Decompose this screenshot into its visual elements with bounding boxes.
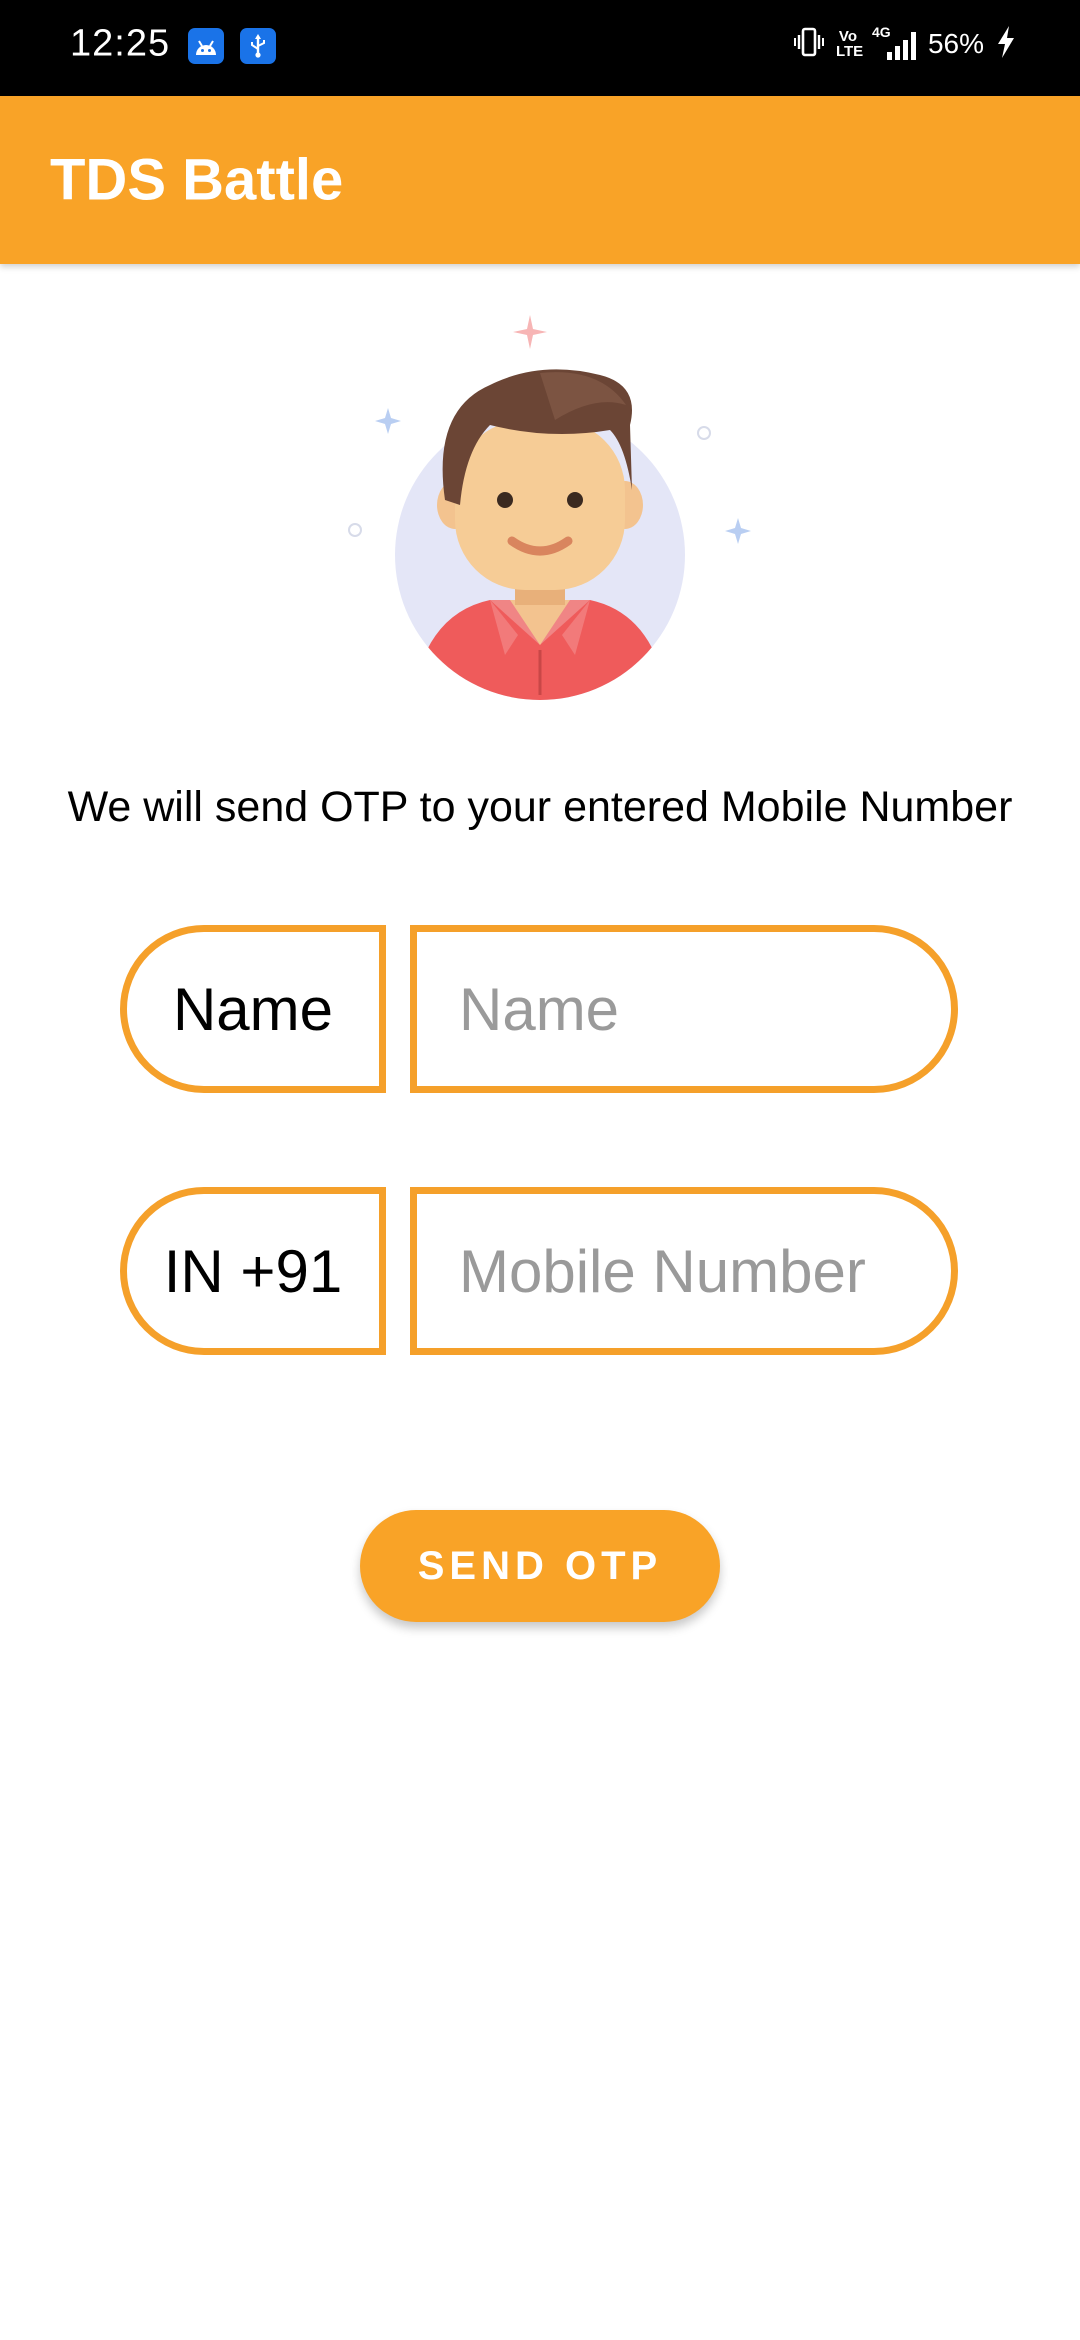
status-indicators: Vo LTE 4G 56% [793,24,1016,64]
volte-icon: Vo LTE [835,28,864,60]
name-input[interactable]: Name [410,925,958,1093]
usb-icon [240,28,276,64]
user-avatar-illustration [340,315,760,715]
battery-percent: 56% [927,28,984,59]
name-input-placeholder: Name [459,975,620,1043]
signal-icon: 4G [872,24,916,62]
status-time: 12:25 [70,22,171,65]
vibrate-icon [793,25,824,64]
mobile-number-placeholder: Mobile Number [459,1237,866,1305]
name-prefix-label: Name [120,925,386,1093]
otp-info-text: We will send OTP to your entered Mobile … [67,783,1013,831]
mobile-number-input[interactable]: Mobile Number [410,1187,958,1355]
app-title: TDS Battle [50,147,344,213]
app-bar: TDS Battle [0,96,1080,264]
send-otp-button[interactable]: SEND OTP [360,1510,720,1622]
android-icon [188,28,224,64]
charging-icon [996,25,1016,64]
status-bar: 12:25 Vo LTE 4G 56% [0,0,1080,96]
country-code-selector[interactable]: IN +91 [120,1187,386,1355]
